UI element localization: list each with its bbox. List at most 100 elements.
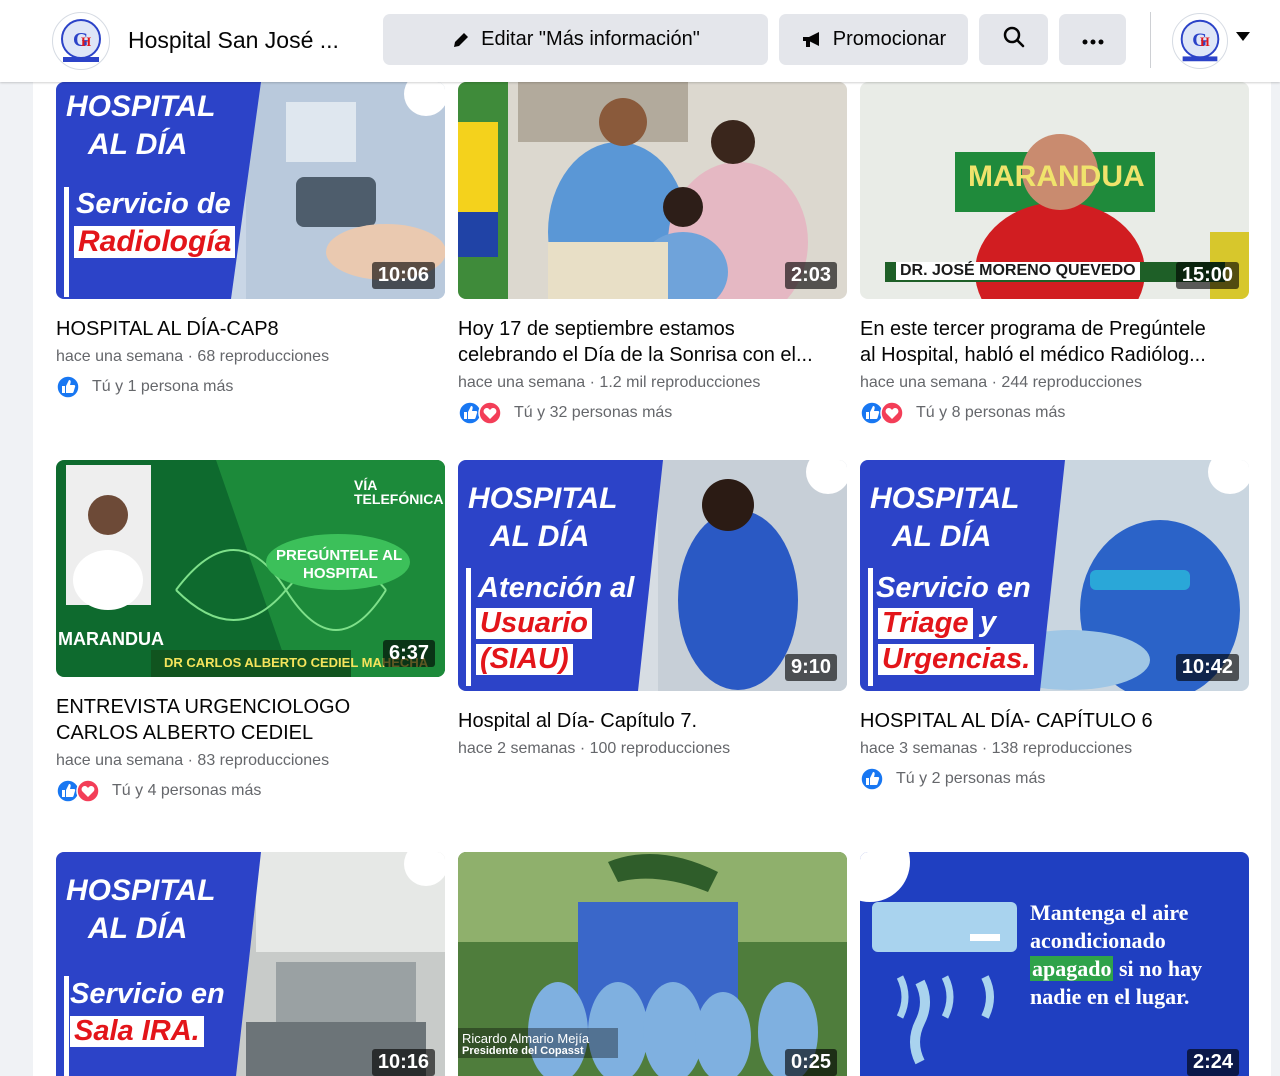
video-duration: 2:24 — [1186, 1049, 1239, 1076]
thumb-title-line: HOSPITAL — [870, 482, 1020, 515]
video-thumbnail[interactable]: VÍA TELEFÓNICA PREGÚNTELE AL HOSPITAL MA… — [56, 460, 445, 677]
thumb-title-line: HOSPITAL — [468, 482, 618, 515]
svg-text:H: H — [81, 34, 91, 49]
thumb-title-line: AL DÍA — [490, 520, 590, 553]
thumb-title-line: AL DÍA — [88, 912, 188, 945]
svg-text:H: H — [1200, 35, 1210, 49]
thumb-highlight: Sala IRA. — [70, 1016, 204, 1047]
thumb-highlight: apagado — [1030, 956, 1114, 981]
reactions-text: Tú y 4 personas más — [112, 782, 262, 799]
video-duration: 9:10 — [784, 654, 837, 681]
thumb-subtitle: Servicio de — [76, 188, 231, 220]
thumb-subtitle: Atención al — [478, 572, 635, 604]
video-meta: hace una semana · 83 reproducciones — [56, 752, 330, 769]
toolbar-divider — [1150, 12, 1151, 68]
page-name[interactable]: Hospital San José ... — [128, 27, 339, 54]
video-card[interactable]: HOSPITAL AL DÍA Servicio de Radiología 1… — [56, 82, 445, 399]
video-card[interactable]: HOSPITAL AL DÍA Servicio en Triage y Urg… — [860, 460, 1249, 791]
video-duration: 10:06 — [371, 262, 435, 289]
video-title[interactable]: HOSPITAL AL DÍA-CAP8 — [56, 316, 445, 342]
video-views: 68 reproducciones — [197, 348, 330, 365]
reactions-summary[interactable]: Tú y 8 personas más — [860, 401, 1249, 425]
account-avatar[interactable]: G H — [1172, 13, 1228, 69]
thumb-bubble-text: HOSPITAL — [303, 565, 378, 582]
video-time: hace 3 semanas — [860, 740, 978, 757]
video-title[interactable]: HOSPITAL AL DÍA- CAPÍTULO 6 — [860, 708, 1249, 734]
video-title-line: HOSPITAL AL DÍA-CAP8 — [56, 318, 279, 340]
reactions-text: Tú y 8 personas más — [916, 404, 1066, 421]
thumb-subtitle: Servicio en — [70, 978, 225, 1010]
video-card[interactable]: HOSPITAL AL DÍA Atención al Usuario (SIA… — [458, 460, 847, 758]
reactions-text: Tú y 32 personas más — [514, 404, 673, 421]
love-icon — [880, 401, 904, 425]
thumb-highlight: (SIAU) — [476, 644, 573, 675]
video-title[interactable]: Hoy 17 de septiembre estamos celebrando … — [458, 316, 847, 368]
video-card[interactable]: Ricardo Almario Mejía Presidente del Cop… — [458, 852, 847, 1076]
video-title-line: al Hospital, habló el médico Radiólog... — [860, 344, 1206, 366]
video-time: hace una semana — [860, 374, 988, 391]
thumb-highlight: Urgencias. — [878, 644, 1035, 675]
video-title[interactable]: ENTREVISTA URGENCIOLOGO CARLOS ALBERTO C… — [56, 694, 445, 746]
video-card[interactable]: Mantenga el aire acondicionado apagado s… — [860, 852, 1249, 1076]
video-card[interactable]: HOSPITAL AL DÍA Servicio en Sala IRA. 10… — [56, 852, 445, 1076]
edit-more-info-button[interactable]: Editar "Más información" — [383, 14, 768, 65]
thumb-caption: Presidente del Copasst — [462, 1045, 584, 1057]
video-title[interactable]: Hospital al Día- Capítulo 7. — [458, 708, 847, 734]
video-title[interactable]: En este tercer programa de Pregúntele al… — [860, 316, 1249, 368]
thumb-title-line: AL DÍA — [892, 520, 992, 553]
thumb-title-line: HOSPITAL — [66, 874, 216, 907]
page-header-bar: G H Hospital San José ... Editar "Más in… — [0, 0, 1280, 82]
video-card[interactable]: MARANDUA DR. JOSÉ MORENO QUEVEDO 15:00 E… — [860, 82, 1249, 425]
edit-button-label: Editar "Más información" — [481, 28, 700, 50]
love-icon — [478, 401, 502, 425]
reactions-summary[interactable]: Tú y 2 personas más — [860, 767, 1249, 791]
reactions-summary[interactable]: Tú y 1 persona más — [56, 375, 445, 399]
video-meta: hace una semana · 1.2 mil reproducciones — [458, 374, 761, 391]
video-views: 138 reproducciones — [991, 740, 1133, 757]
hospital-logo-icon: G H — [1173, 14, 1227, 68]
video-meta: hace 2 semanas · 100 reproducciones — [458, 740, 731, 757]
video-thumbnail[interactable]: MARANDUA DR. JOSÉ MORENO QUEVEDO 15:00 — [860, 82, 1249, 299]
reactions-summary[interactable]: Tú y 32 personas más — [458, 401, 847, 425]
video-meta: hace una semana · 68 reproducciones — [56, 348, 330, 365]
reactions-text: Tú y 1 persona más — [92, 378, 234, 395]
thumb-message-line: acondicionado — [1030, 928, 1166, 953]
like-icon — [860, 767, 884, 791]
thumb-message-line: nadie en el lugar. — [1030, 984, 1190, 1009]
video-time: hace 2 semanas — [458, 740, 576, 757]
video-title-line: En este tercer programa de Pregúntele — [860, 318, 1206, 340]
thumb-title-line: AL DÍA — [88, 128, 188, 161]
thumb-caption: Ricardo Almario Mejía — [462, 1031, 590, 1046]
videos-grid-panel: HOSPITAL AL DÍA Servicio de Radiología 1… — [33, 82, 1271, 1076]
thumb-highlight: Radiología — [74, 226, 236, 258]
reactions-summary[interactable]: Tú y 4 personas más — [56, 779, 445, 803]
video-thumbnail[interactable]: 2:03 — [458, 82, 847, 299]
thumb-message-line: apagado si no hay — [1030, 956, 1202, 982]
promote-button[interactable]: Promocionar — [779, 14, 968, 65]
video-thumbnail[interactable]: Ricardo Almario Mejía Presidente del Cop… — [458, 852, 847, 1076]
video-card[interactable]: 2:03 Hoy 17 de septiembre estamos celebr… — [458, 82, 847, 425]
thumb-message-line: Mantenga el aire — [1030, 900, 1189, 925]
video-time: hace una semana — [56, 752, 184, 769]
video-duration: 10:42 — [1175, 654, 1239, 681]
page-profile-logo[interactable]: G H — [52, 12, 110, 70]
more-options-button[interactable] — [1059, 14, 1126, 65]
video-title-line: celebrando el Día de la Sonrisa con el..… — [458, 344, 813, 366]
thumb-sign-text: MARANDUA — [968, 160, 1145, 193]
thumb-subtitle: Servicio en — [876, 572, 1031, 604]
video-thumbnail[interactable]: HOSPITAL AL DÍA Servicio en Triage y Urg… — [860, 460, 1249, 691]
video-views: 1.2 mil reproducciones — [599, 374, 761, 391]
video-thumbnail[interactable]: HOSPITAL AL DÍA Atención al Usuario (SIA… — [458, 460, 847, 691]
video-thumbnail[interactable]: HOSPITAL AL DÍA Servicio en Sala IRA. 10… — [56, 852, 445, 1076]
thumb-caption: DR. JOSÉ MORENO QUEVEDO — [896, 262, 1140, 280]
more-icon — [1082, 28, 1104, 51]
video-time: hace una semana — [458, 374, 586, 391]
megaphone-icon — [801, 30, 823, 50]
video-views: 100 reproducciones — [589, 740, 731, 757]
search-button[interactable] — [979, 14, 1048, 65]
chevron-down-icon[interactable] — [1236, 32, 1250, 41]
video-thumbnail[interactable]: Mantenga el aire acondicionado apagado s… — [860, 852, 1249, 1076]
thumb-highlight: Usuario — [476, 608, 592, 639]
video-thumbnail[interactable]: HOSPITAL AL DÍA Servicio de Radiología 1… — [56, 82, 445, 299]
video-card[interactable]: VÍA TELEFÓNICA PREGÚNTELE AL HOSPITAL MA… — [56, 460, 445, 803]
